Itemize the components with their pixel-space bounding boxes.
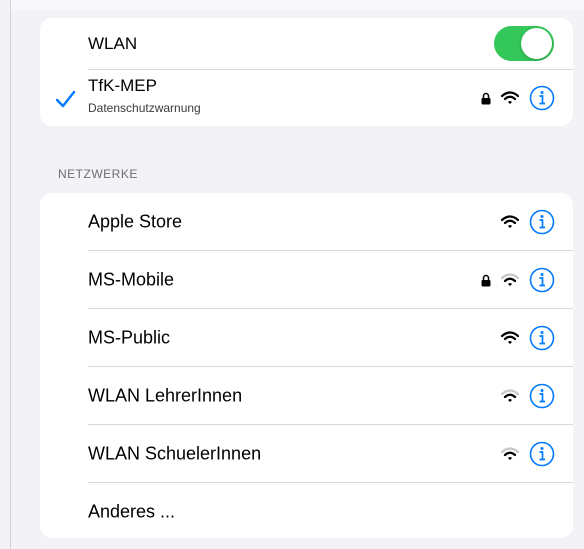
network-name: Apple Store	[88, 211, 183, 232]
current-network-name: TfK-MEP	[88, 76, 157, 95]
wifi-icon	[501, 273, 519, 286]
networks-list: Apple Store MS-Mobile MS-Public WLAN Leh…	[40, 193, 573, 538]
network-row[interactable]: Apple Store	[40, 193, 573, 251]
wlan-card: WLAN TfK-MEP Datenschutzwarnung	[40, 18, 573, 126]
wifi-icon	[501, 91, 519, 104]
network-icons	[501, 325, 555, 351]
wifi-icon	[501, 331, 519, 344]
wifi-icon	[501, 447, 519, 460]
network-name: MS-Public	[88, 327, 171, 348]
other-network-row[interactable]: Anderes ...	[40, 483, 573, 538]
network-name: MS-Mobile	[88, 269, 175, 290]
toggle-knob	[521, 28, 552, 59]
wifi-icon	[501, 215, 519, 228]
current-network-icons	[481, 85, 555, 111]
info-icon[interactable]	[529, 441, 555, 467]
lock-icon	[481, 92, 491, 104]
current-network-row[interactable]: TfK-MEP Datenschutzwarnung	[40, 70, 573, 126]
wifi-icon	[501, 389, 519, 402]
wlan-label: WLAN	[88, 34, 138, 53]
network-row[interactable]: WLAN LehrerInnen	[40, 367, 573, 425]
lock-icon	[481, 274, 491, 286]
network-icons	[501, 383, 555, 409]
current-network-subtitle: Datenschutzwarnung	[88, 101, 201, 115]
network-row[interactable]: WLAN SchuelerInnen	[40, 425, 573, 483]
info-icon[interactable]	[529, 267, 555, 293]
top-bar	[11, 0, 584, 10]
wlan-toggle[interactable]	[494, 26, 554, 61]
network-name: WLAN SchuelerInnen	[88, 443, 262, 464]
other-network-label: Anderes ...	[88, 501, 176, 522]
networks-section-header: NETZWERKE	[58, 167, 138, 181]
wlan-toggle-row: WLAN	[40, 18, 573, 70]
network-row[interactable]: MS-Mobile	[40, 251, 573, 309]
info-icon[interactable]	[529, 85, 555, 111]
network-icons	[501, 441, 555, 467]
network-row[interactable]: MS-Public	[40, 309, 573, 367]
split-view-divider	[10, 0, 11, 549]
network-name: WLAN LehrerInnen	[88, 385, 243, 406]
info-icon[interactable]	[529, 325, 555, 351]
network-icons	[481, 267, 555, 293]
checkmark-icon	[55, 90, 76, 108]
info-icon[interactable]	[529, 383, 555, 409]
info-icon[interactable]	[529, 209, 555, 235]
network-icons	[501, 209, 555, 235]
